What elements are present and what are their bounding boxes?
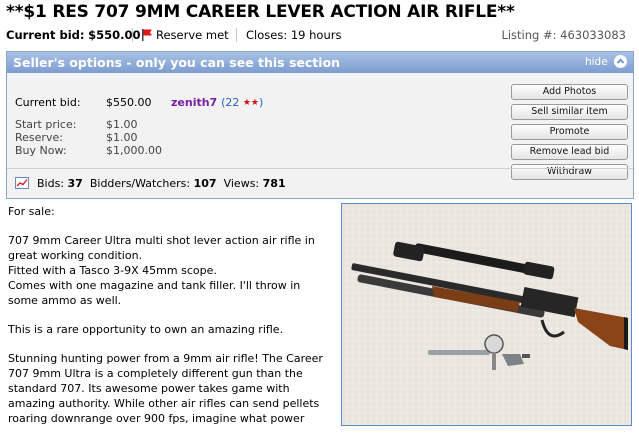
views-count: 781 [262,177,286,190]
stats-text: Bids: 37 Bidders/Watchers: 107 Views: 78… [37,177,286,190]
sell-similar-button[interactable]: Sell similar item [511,104,628,120]
promote-button[interactable]: Promote [511,124,628,140]
description-line: Fitted with a Tasco 3-9X 45mm scope. [8,264,217,277]
description-paragraph: Stunning hunting power from a 9mm air ri… [8,351,330,426]
current-bid-label: Current bid: [6,28,85,42]
description-paragraph: 707 9mm Career Ultra multi shot lever ac… [8,233,330,308]
listing-stats: Bids: 37 Bidders/Watchers: 107 Views: 78… [7,168,633,197]
chevron-up-icon [614,55,627,68]
reserve-label: Reserve: [15,131,63,144]
buy-now-value: $1,000.00 [106,144,162,157]
hide-label: hide [584,56,608,68]
seller-options-header: Seller's options - only you can see this… [7,52,633,73]
bid-summary-bar: Current bid: $550.00 Reserve met Closes:… [6,28,632,42]
add-photos-button[interactable]: Add Photos [511,84,628,100]
item-photo[interactable] [341,203,632,426]
rating-stars-icon: ★★ [242,98,259,108]
description-line: Comes with one magazine and tank filler.… [8,279,301,292]
listing-number: Listing #: 463033083 [501,28,626,42]
watchers-label: Bidders/Watchers: [89,177,191,190]
bids-label: Bids: [37,177,65,190]
reserve-status-text: Reserve met [156,28,229,42]
description-line: some ammo as well. [8,294,122,307]
reserve-value: $1.00 [106,131,138,144]
description-paragraph: For sale: [8,205,55,218]
seller-rating[interactable]: (22 ★★) [221,96,263,109]
divider [236,28,237,42]
closing-time: Closes: 19 hours [246,28,342,42]
description-line: 707 9mm Career Ultra multi shot lever ac… [8,234,315,247]
seller-info: zenith7 (22 ★★) [171,96,263,109]
description-line: roaring downrange over 900 fps, imagine … [8,412,305,425]
hide-toggle[interactable]: hide [585,52,627,73]
seller-name-link[interactable]: zenith7 [171,96,217,109]
description-line: amazing authority. While other air rifle… [8,397,320,410]
remove-lead-bid-button[interactable]: Remove lead bid [511,144,628,160]
buy-now-label: Buy Now: [15,144,67,157]
bids-count: 37 [67,177,83,190]
seller-options-heading: Seller's options - only you can see this… [13,55,341,70]
chart-icon [15,177,29,189]
views-label: Views: [223,177,260,190]
start-price-label: Start price: [15,118,77,131]
listing-description: For sale: 707 9mm Career Ultra multi sho… [8,204,330,440]
watchers-count: 107 [193,177,217,190]
current-bid-value: $550.00 [106,96,152,109]
listing-title: **$1 RES 707 9MM CAREER LEVER ACTION AIR… [6,2,515,22]
divider [132,28,133,42]
reserve-status: Reserve met [142,28,229,42]
red-flag-icon [142,29,152,41]
seller-options-panel: Seller's options - only you can see this… [6,51,634,199]
description-line: 707 9mm Ultra is a completely different … [8,367,303,380]
rifle-photo-image [342,204,631,425]
description-line: Stunning hunting power from a 9mm air ri… [8,352,323,365]
seller-rating-number: 22 [225,96,240,109]
description-paragraph: This is a rare opportunity to own an ama… [8,323,284,336]
description-line: standard 707. Its awesome power takes ga… [8,382,290,395]
current-bid: Current bid: $550.00 [6,28,141,42]
start-price-value: $1.00 [106,118,138,131]
description-line: great working condition. [8,249,143,262]
current-bid-label: Current bid: [15,96,81,109]
